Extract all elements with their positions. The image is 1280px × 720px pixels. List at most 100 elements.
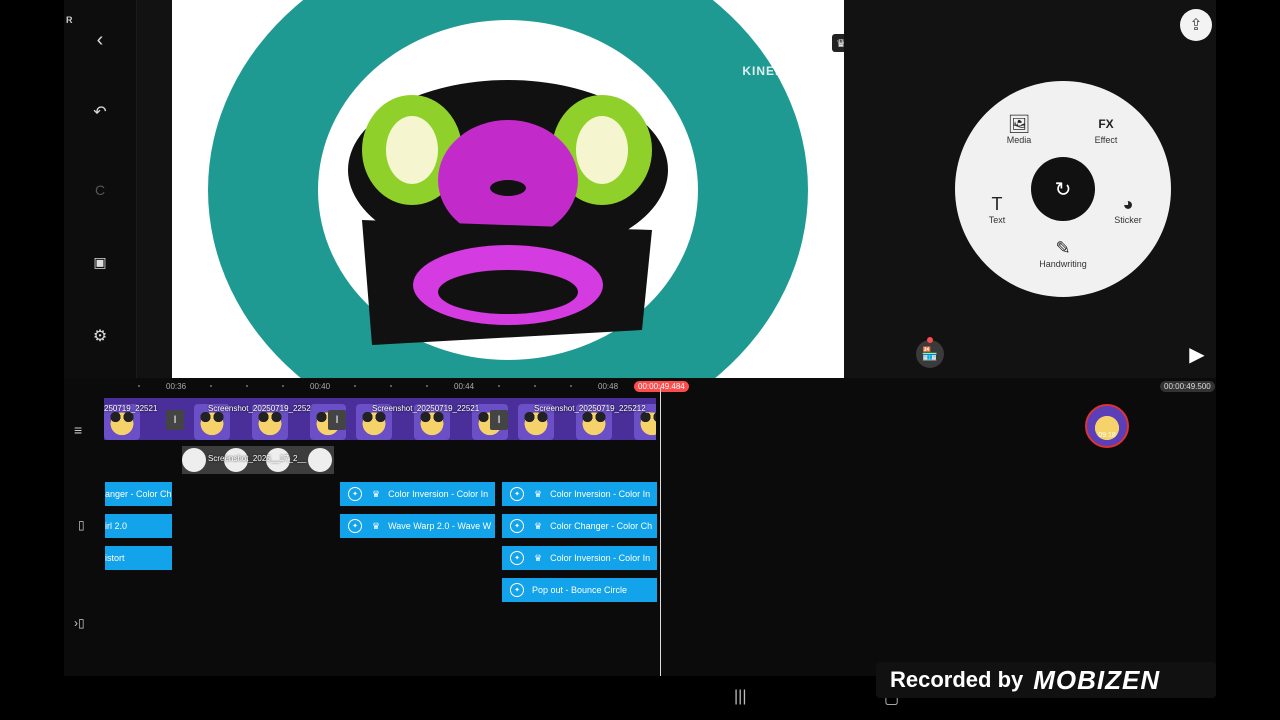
crown-icon: ♛ [372,520,381,531]
capture-icon[interactable]: ▣ [86,248,114,276]
effect-layer-clip[interactable]: ✦ ♛ Color Inversion - Color In [340,482,495,506]
crown-icon: ♛ [534,520,543,531]
ruler-tick [282,385,284,387]
sticker-button[interactable]: ◕ Sticker [1093,193,1163,225]
settings-icon[interactable]: ⚙ [86,322,114,350]
crown-icon: ♛ [534,552,543,563]
crown-icon: ♛ [534,488,543,499]
effect-label: anger - Color Ch [105,489,172,499]
pen-icon: ✎ [1055,238,1071,258]
sticker-label: Sticker [1114,215,1142,225]
text-icon: T [991,194,1003,214]
recent-apps-icon[interactable]: ||| [734,688,746,706]
effect-layer-clip[interactable]: ✦ ♛ Color Inversion - Color In [502,546,657,570]
tick-label: 00:44 [454,382,475,391]
collapse-handle-icon[interactable]: ▯ [78,518,85,532]
avatar-time: 09:18 [1098,432,1116,439]
media-button[interactable]: 🖼 Media [984,113,1054,145]
clip-label: Screenshot_20250719_22521 [372,404,480,413]
undo-icon[interactable]: ↶ [86,98,114,126]
effect-label: Color Changer - Color Ch [550,521,653,531]
play-button[interactable]: ▶ [1186,344,1208,366]
effect-layer-clip[interactable]: ✦ ♛ Color Changer - Color Ch [502,514,657,538]
effect-label: istort [105,553,125,563]
handwriting-button[interactable]: ✎ Handwriting [1028,237,1098,269]
effect-layer-clip[interactable]: ✦ ♛ Wave Warp 2.0 - Wave W [340,514,495,538]
overlay-label: Screenshot_2025__17_2__ [208,454,307,463]
effect-icon: ✦ [510,487,524,501]
recorded-by-text: Recorded by [890,667,1024,692]
effect-label: Effect [1094,135,1118,145]
media-wheel-menu: 🖼 Media FX Effect T Text ◕ Sticker ✎ Han… [955,81,1171,297]
ruler-tick [354,385,356,387]
floating-recorder-avatar[interactable]: 09:18 [1085,404,1129,448]
timeline-panel[interactable]: 00:36 00:40 00:44 00:48 00:00:49.484 00:… [64,378,1216,676]
effect-label: Wave Warp 2.0 - Wave W [388,521,492,531]
text-label: Text [988,215,1006,225]
kinemaster-watermark: k KINEMASTER ♛ [742,10,844,78]
sticker-icon: ◕ [1122,194,1134,214]
watermark-text: KINEMASTER [742,64,832,78]
mobizen-logo: MOBIZEN [1033,664,1161,695]
effect-button[interactable]: FX Effect [1071,113,1141,145]
tick-label: 00:48 [598,382,619,391]
effect-label: irl 2.0 [105,521,128,531]
effect-layer-clip[interactable]: istort [105,546,172,570]
crown-icon: ♛ [372,488,381,499]
ruler-tick [138,385,140,387]
fx-icon: FX [1098,117,1114,131]
transition-button[interactable]: I [490,410,508,430]
video-track[interactable]: 250719_22521 Screenshot_20250719_2252 Sc… [104,398,656,440]
effect-icon: ✦ [348,519,362,533]
total-time-badge: 00:00:49.500 [1160,381,1215,392]
current-time-badge: 00:00:49.484 [634,381,689,392]
clip-label: Screenshot_20250719_2252 [208,404,311,413]
ruler-tick [210,385,212,387]
ruler-tick [390,385,392,387]
effect-icon: ✦ [510,551,524,565]
mobizen-watermark: Recorded by MOBIZEN [876,662,1216,698]
tick-label: 00:40 [310,382,331,391]
effect-layer-clip[interactable]: ✦ ♛ Color Inversion - Color In [502,482,657,506]
text-button[interactable]: T Text [962,193,1032,225]
effect-label: Pop out - Bounce Circle [532,585,628,595]
ruler-tick [426,385,428,387]
crown-icon[interactable]: ♛ [832,34,844,52]
effect-icon: ✦ [348,487,362,501]
video-preview[interactable]: k KINEMASTER ♛ [172,0,844,378]
kinemaster-logo-icon: k [762,10,812,60]
expand-handle-icon[interactable]: ›▯ [74,616,85,630]
time-ruler[interactable]: 00:36 00:40 00:44 00:48 00:00:49.484 00:… [64,378,1216,396]
overlay-layer-clip[interactable]: Screenshot_2025__17_2__ [182,446,334,474]
playhead[interactable] [660,388,661,676]
overlay-thumbnail [182,448,206,472]
effect-layer-clip[interactable]: ✦ Pop out - Bounce Circle [502,578,657,602]
back-icon[interactable]: ‹ [86,26,114,54]
rotate-center-button[interactable]: ↻ [1031,157,1095,221]
effect-label: Color Inversion - Color In [550,553,651,563]
ruler-tick [534,385,536,387]
effect-icon: ✦ [510,519,524,533]
ruler-tick [498,385,500,387]
corner-indicator: R [66,15,73,25]
clip-label: 250719_22521 [104,404,158,413]
effect-label: Color Inversion - Color In [550,489,651,499]
redo-icon[interactable]: C [86,176,114,204]
tick-label: 00:36 [166,382,187,391]
transition-button[interactable]: I [166,410,184,430]
rotate-icon: ↻ [1054,178,1072,201]
effect-layer-clip[interactable]: anger - Color Ch [105,482,172,506]
overlay-thumbnail [308,448,332,472]
effect-layer-clip[interactable]: irl 2.0 [105,514,172,538]
ruler-tick [246,385,248,387]
transition-button[interactable]: I [328,410,346,430]
asset-store-button[interactable]: 🏪 [916,340,944,368]
export-share-button[interactable]: ⇪ [1180,9,1212,41]
handwriting-label: Handwriting [1039,259,1087,269]
notification-dot [927,337,933,343]
effect-icon: ✦ [510,583,524,597]
media-label: Media [1006,135,1032,145]
track-options-icon[interactable]: ≡ [74,422,82,438]
ruler-tick [570,385,572,387]
clip-label: Screenshot_20250719_225212_ [534,404,651,413]
